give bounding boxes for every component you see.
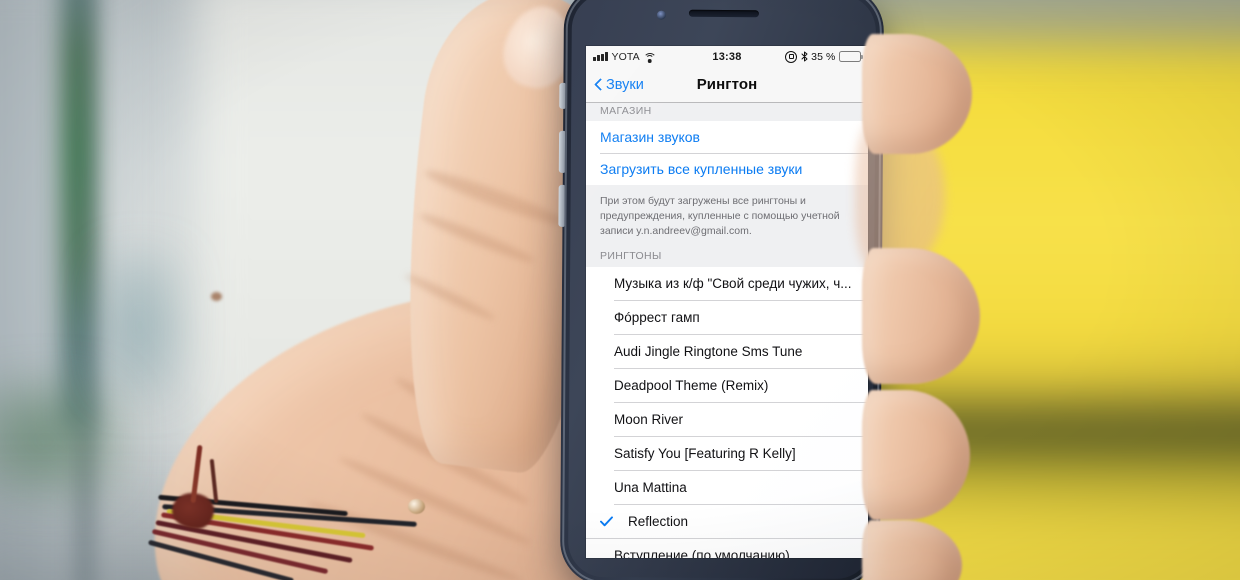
download-all-purchased-link[interactable]: Загрузить все купленные звуки (586, 153, 868, 185)
ringtone-row[interactable]: Una Mattina (586, 470, 868, 505)
ringtone-row[interactable]: Deadpool Theme (Remix) (586, 368, 868, 403)
status-bar-right: 35 % (785, 50, 863, 63)
ringtone-row[interactable]: Moon River (586, 402, 868, 437)
ringtone-label: Музыка из к/ф "Свой среди чужих, ч... (614, 276, 852, 292)
ringtone-row[interactable]: Audi Jingle Ringtone Sms Tune (586, 334, 868, 369)
ringtone-label: Reflection (628, 514, 689, 530)
store-footnote: При этом будут загружены все рингтоны и … (586, 185, 868, 249)
sound-store-label: Магазин звуков (600, 129, 700, 145)
ringtone-label: Una Mattina (614, 480, 687, 496)
page-title: Рингтон (696, 76, 758, 93)
navigation-bar: Звуки Рингтон (586, 67, 868, 103)
ringtone-row[interactable]: Музыка из к/ф "Свой среди чужих, ч... (586, 266, 868, 301)
earpiece-speaker-icon (688, 9, 759, 18)
volume-down-button-icon[interactable] (558, 184, 565, 227)
ringtone-label: Satisfy You [Featuring R Kelly] (614, 446, 796, 462)
volume-up-button-icon[interactable] (558, 130, 566, 173)
front-camera-icon (656, 10, 666, 20)
bracelet-tail (209, 458, 219, 504)
ringtone-row[interactable]: Satisfy You [Featuring R Kelly] (586, 436, 868, 471)
rotation-lock-icon (785, 50, 798, 63)
sound-store-link[interactable]: Магазин звуков (586, 121, 868, 153)
ringtone-list: Музыка из к/ф "Свой среди чужих, ч... Фó… (586, 266, 868, 558)
settings-list[interactable]: МАГАЗИН Магазин звуков Загрузить все куп… (586, 103, 868, 558)
bluetooth-icon (801, 51, 808, 62)
bracelet-bead (408, 499, 425, 514)
ringtone-label: Фóррест гамп (614, 310, 700, 326)
ringtone-label: Audi Jingle Ringtone Sms Tune (614, 344, 803, 360)
download-all-purchased-label: Загрузить все купленные звуки (600, 161, 803, 177)
ringtone-label: Moon River (614, 412, 684, 428)
wrist-bracelet (120, 444, 425, 580)
ringtone-label: Вступление (по умолчанию) (614, 548, 790, 558)
checkmark-icon (600, 516, 614, 527)
battery-percent-label: 35 % (811, 50, 836, 63)
ringtone-row[interactable]: Фóррест гамп (586, 300, 868, 335)
ringtone-row[interactable]: Вступление (по умолчанию) (586, 538, 868, 558)
skin-mole (211, 292, 222, 301)
phone-screen: YOTA 13:38 35 % Звуки Рингтон МАГАЗИН Ма… (586, 46, 868, 558)
mute-switch-icon[interactable] (559, 82, 566, 109)
status-bar: YOTA 13:38 35 % (586, 46, 868, 67)
store-section-header: МАГАЗИН (586, 103, 868, 121)
battery-icon (839, 51, 863, 62)
ringtone-label: Deadpool Theme (Remix) (614, 378, 769, 394)
store-links-group: Магазин звуков Загрузить все купленные з… (586, 121, 868, 185)
ringtone-row-selected[interactable]: Reflection (586, 504, 868, 539)
ringtones-section-header: РИНГТОНЫ (586, 248, 868, 267)
screenshot-scene: YOTA 13:38 35 % Звуки Рингтон МАГАЗИН Ма… (0, 0, 1240, 580)
